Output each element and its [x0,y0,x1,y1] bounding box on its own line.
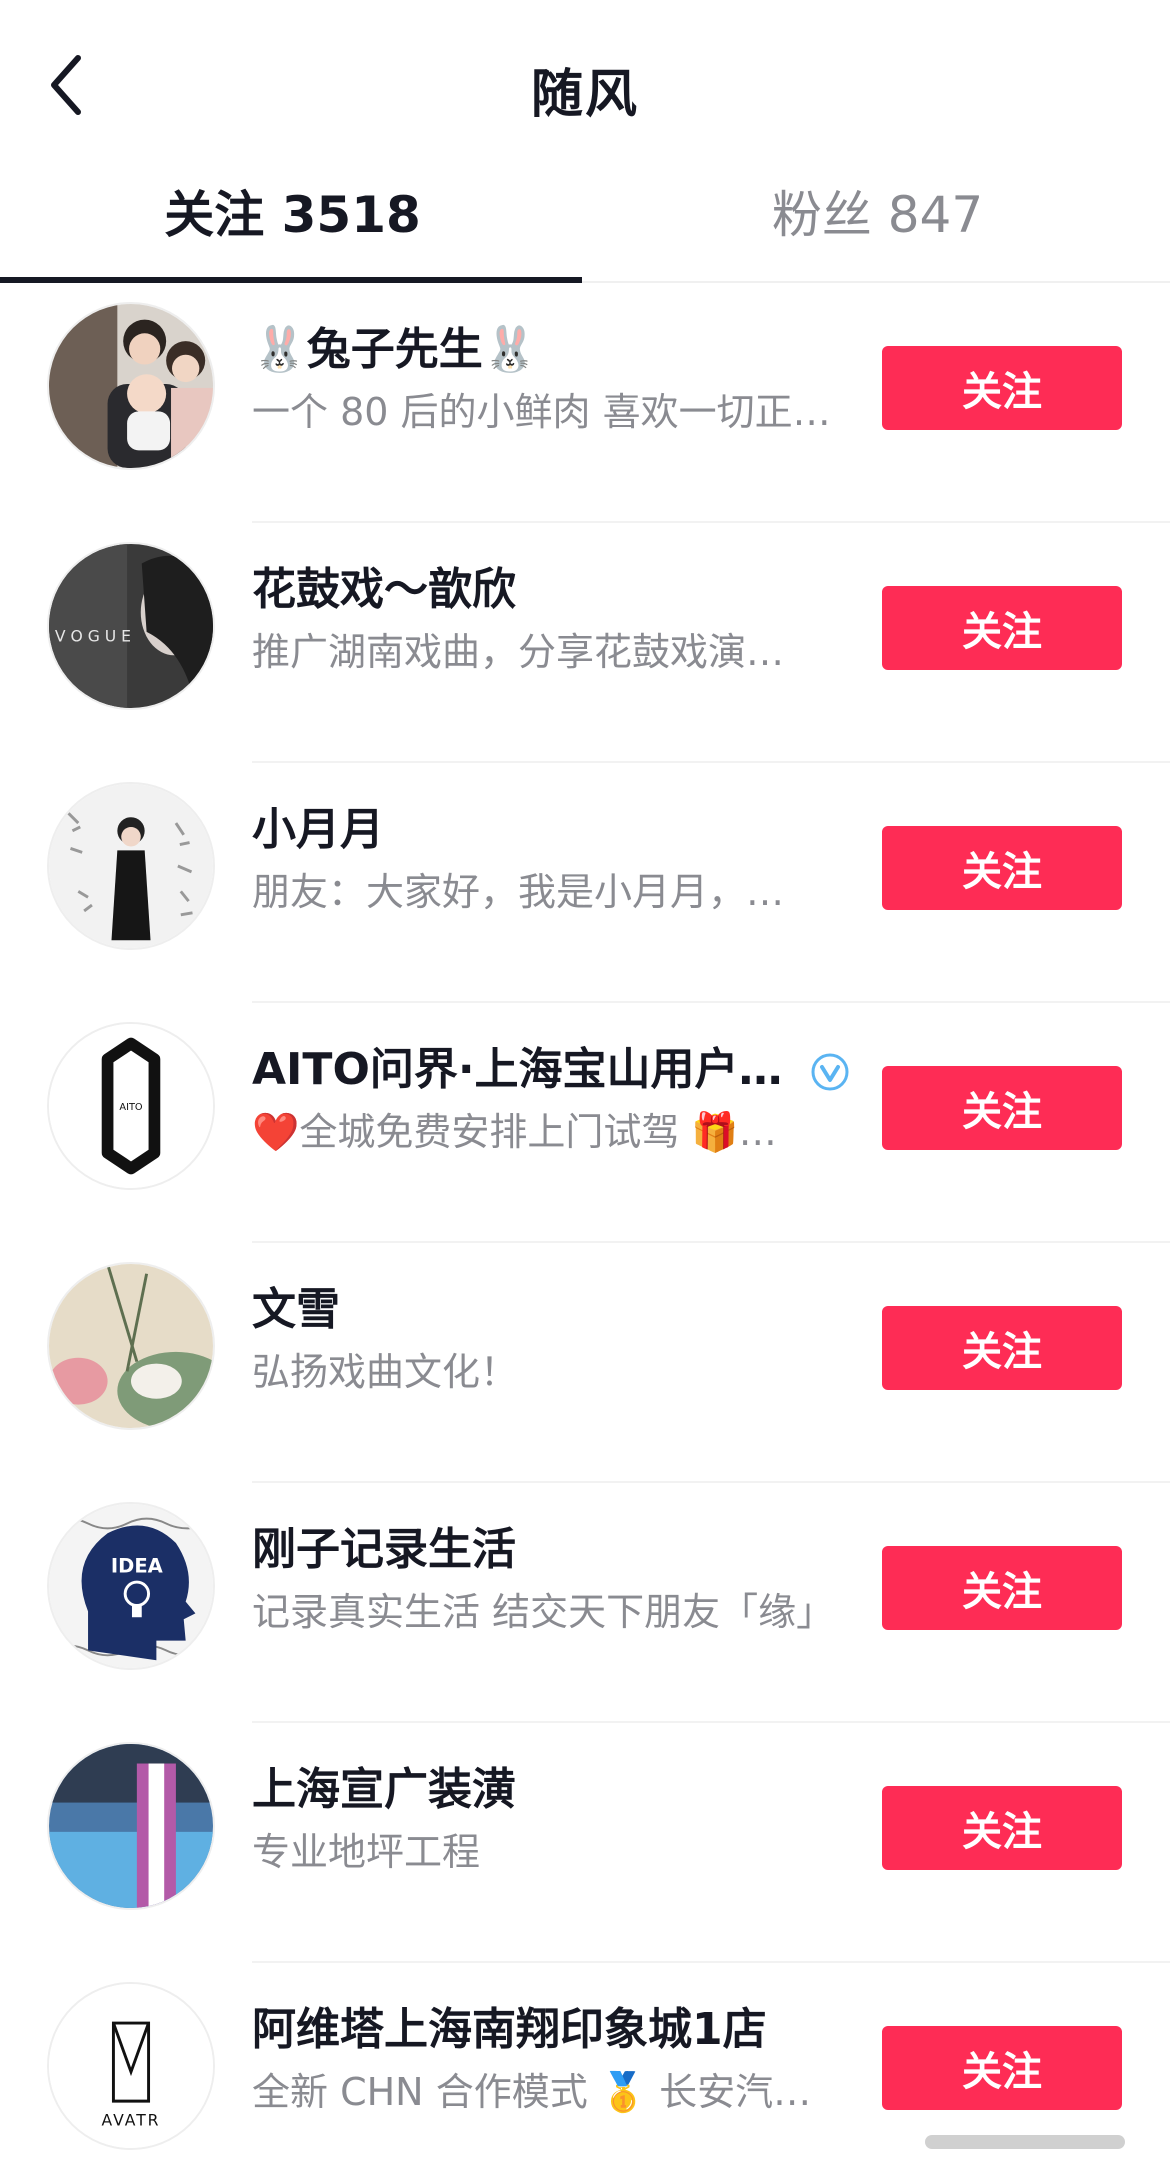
follow-button[interactable]: 关注 [882,1306,1122,1390]
family-photo-avatar [49,304,213,468]
verified-badge-icon [810,1052,850,1092]
calligraphy-portrait-avatar [49,784,213,948]
avatar[interactable]: IDEA [47,1502,215,1670]
lotus-painting-avatar [49,1264,213,1428]
user-description: 全新 CHN 合作模式 🥇 长安汽… [252,2070,812,2114]
home-indicator [925,2135,1125,2149]
avatr-logo-avatar: AVATR [49,1984,213,2148]
aito-logo-avatar: AITO [49,1024,213,1188]
list-item[interactable]: 上海宣广装潢 专业地坪工程 关注 [0,1723,1170,1963]
list-item[interactable]: AITO AITO问界·上海宝山用户… ❤️全城免费安排上门试驾 🎁… 关注 [0,1003,1170,1243]
user-name-text: AITO问界·上海宝山用户… [252,1044,783,1095]
user-name: 🐰兔子先生🐰 [252,324,538,375]
list-item[interactable]: 小月月 朋友：大家好，我是小月月，… 关注 [0,763,1170,1003]
list-item[interactable]: V O G U E 花鼓戏～歆欣 推广湖南戏曲，分享花鼓戏演… 关注 [0,523,1170,763]
user-name: 文雪 [252,1284,340,1335]
avatr-text: AVATR [102,2112,161,2130]
tab-bar: 关注 3518 粉丝 847 [0,165,1170,283]
user-name: 阿维塔上海南翔印象城1店 [252,2004,767,2055]
epoxy-floor-avatar [49,1744,213,1908]
following-list-screen: 随风 关注 3518 粉丝 847 🐰兔子先生🐰 一个 80 后的小鲜肉 喜欢一… [0,0,1170,2172]
avatar[interactable] [47,1742,215,1910]
aito-text: AITO [119,1102,143,1113]
user-description: 一个 80 后的小鲜肉 喜欢一切正… [252,390,831,434]
tab-followers[interactable]: 粉丝 847 [585,165,1170,283]
follow-button[interactable]: 关注 [882,2026,1122,2110]
avatar[interactable] [47,1262,215,1430]
follow-button[interactable]: 关注 [882,1066,1122,1150]
user-name: 上海宣广装潢 [252,1764,516,1815]
avatar[interactable]: V O G U E [47,542,215,710]
follow-button[interactable]: 关注 [882,1546,1122,1630]
following-list: 🐰兔子先生🐰 一个 80 后的小鲜肉 喜欢一切正… 关注 V O G U E 花… [0,283,1170,2172]
tab-following[interactable]: 关注 3518 [0,165,585,283]
page-title: 随风 [530,65,639,125]
follow-button[interactable]: 关注 [882,346,1122,430]
avatar[interactable] [47,782,215,950]
vogue-text: V O G U E [55,628,131,646]
vogue-portrait-avatar: V O G U E [49,544,213,708]
user-description: 专业地坪工程 [252,1830,481,1874]
avatar[interactable]: AVATR [47,1982,215,2150]
avatar[interactable] [47,302,215,470]
user-name: 小月月 [252,804,384,855]
user-description: 记录真实生活 结交天下朋友「缘」 [252,1590,835,1634]
list-item[interactable]: 🐰兔子先生🐰 一个 80 后的小鲜肉 喜欢一切正… 关注 [0,283,1170,523]
follow-button[interactable]: 关注 [882,586,1122,670]
follow-button[interactable]: 关注 [882,1786,1122,1870]
user-description: 弘扬戏曲文化！ [252,1350,519,1394]
avatar[interactable]: AITO [47,1022,215,1190]
idea-head-avatar: IDEA [49,1504,213,1668]
user-name: 花鼓戏～歆欣 [252,564,516,615]
user-name: 刚子记录生活 [252,1524,516,1575]
user-description: 推广湖南戏曲，分享花鼓戏演… [252,630,785,674]
user-name: AITO问界·上海宝山用户… [252,1033,852,1097]
list-item[interactable]: IDEA 刚子记录生活 记录真实生活 结交天下朋友「缘」 关注 [0,1483,1170,1723]
user-description: 朋友：大家好，我是小月月，… [252,870,785,914]
idea-text: IDEA [111,1554,164,1577]
list-item[interactable]: 文雪 弘扬戏曲文化！ 关注 [0,1243,1170,1483]
top-bar: 随风 [0,0,1170,165]
follow-button[interactable]: 关注 [882,826,1122,910]
user-description: ❤️全城免费安排上门试驾 🎁… [252,1110,777,1154]
